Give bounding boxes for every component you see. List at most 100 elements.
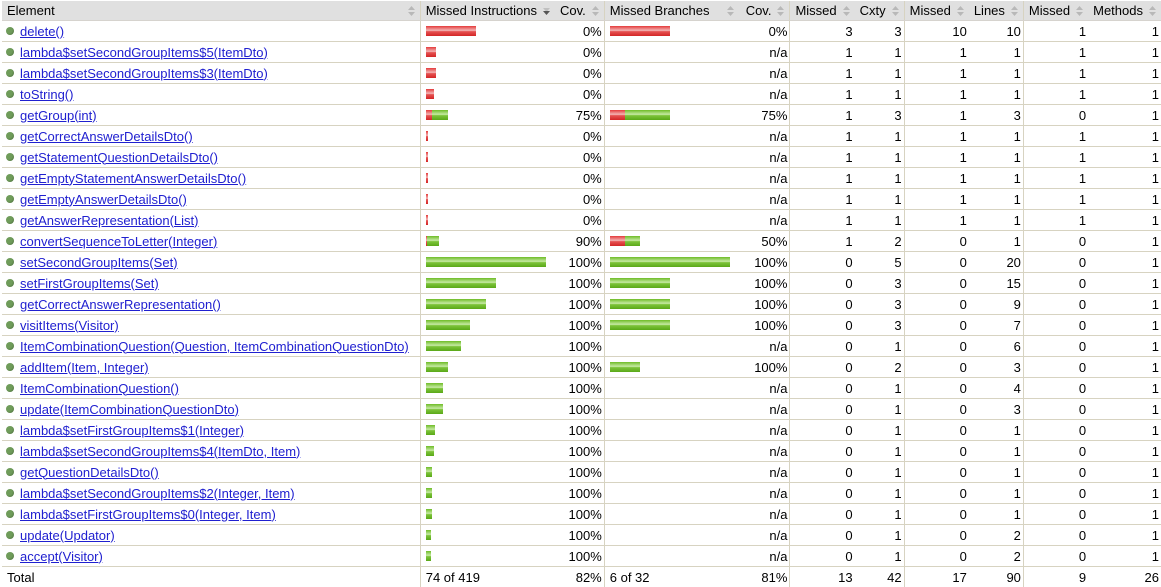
method-link[interactable]: visitItems(Visitor) xyxy=(20,318,119,333)
sort-icon[interactable] xyxy=(957,6,964,16)
column-header-missed-complexity[interactable]: Missed xyxy=(790,1,855,21)
lines: 3 xyxy=(969,399,1024,420)
table-row: lambda$setFirstGroupItems$1(Integer)100%… xyxy=(2,420,1161,441)
instructions-bar-cell xyxy=(420,378,555,399)
covered-bar-segment xyxy=(427,236,439,246)
table-row: getAnswerRepresentation(List)0%n/a111111 xyxy=(2,210,1161,231)
sort-icon[interactable] xyxy=(1011,6,1018,16)
element-cell: accept(Visitor) xyxy=(2,546,420,567)
covered-bar-segment xyxy=(610,320,670,330)
method-link[interactable]: getGroup(int) xyxy=(20,108,97,123)
method-link[interactable]: lambda$setSecondGroupItems$4(ItemDto, It… xyxy=(20,444,300,459)
branches-coverage: n/a xyxy=(739,546,790,567)
method-link[interactable]: getEmptyStatementAnswerDetailsDto() xyxy=(20,171,246,186)
method-link[interactable]: setSecondGroupItems(Set) xyxy=(20,255,178,270)
column-header-missed-instructions[interactable]: Missed Instructions xyxy=(420,1,555,21)
method-link[interactable]: ItemCombinationQuestion() xyxy=(20,381,179,396)
complexity: 1 xyxy=(855,504,905,525)
column-header-complexity[interactable]: Cxty xyxy=(855,1,905,21)
method-link[interactable]: lambda$setSecondGroupItems$2(Integer, It… xyxy=(20,486,295,501)
methods: 1 xyxy=(1088,525,1161,546)
method-icon xyxy=(6,90,14,98)
covered-bar-segment xyxy=(426,320,470,330)
sort-icon[interactable] xyxy=(408,6,415,16)
column-header-element[interactable]: Element xyxy=(2,1,420,21)
missed-bar-segment xyxy=(426,194,428,204)
missed-bar-segment xyxy=(610,26,670,36)
complexity: 1 xyxy=(855,483,905,504)
column-header-methods[interactable]: Methods xyxy=(1088,1,1161,21)
column-header-label: Cxty xyxy=(860,3,886,18)
sort-icon[interactable] xyxy=(892,6,899,16)
lines: 6 xyxy=(969,336,1024,357)
method-link[interactable]: addItem(Item, Integer) xyxy=(20,360,149,375)
methods: 1 xyxy=(1088,546,1161,567)
complexity: 1 xyxy=(855,168,905,189)
method-link[interactable]: lambda$setSecondGroupItems$3(ItemDto) xyxy=(20,66,268,81)
method-link[interactable]: toString() xyxy=(20,87,73,102)
element-cell: update(ItemCombinationQuestionDto) xyxy=(2,399,420,420)
method-link[interactable]: getAnswerRepresentation(List) xyxy=(20,213,198,228)
covered-bar-segment xyxy=(426,257,546,267)
column-header-lines[interactable]: Lines xyxy=(969,1,1024,21)
table-row: lambda$setFirstGroupItems$0(Integer, Ite… xyxy=(2,504,1161,525)
instructions-bar-cell xyxy=(420,357,555,378)
method-link[interactable]: accept(Visitor) xyxy=(20,549,103,564)
method-link[interactable]: convertSequenceToLetter(Integer) xyxy=(20,234,217,249)
column-header-label: Cov. xyxy=(746,3,772,18)
element-cell: lambda$setFirstGroupItems$0(Integer, Ite… xyxy=(2,504,420,525)
table-body: delete()0%0%33101011lambda$setSecondGrou… xyxy=(2,21,1161,567)
complexity: 1 xyxy=(855,546,905,567)
missed-methods: 0 xyxy=(1023,441,1088,462)
sort-descending-icon[interactable] xyxy=(543,6,550,16)
method-icon xyxy=(6,237,14,245)
methods: 1 xyxy=(1088,399,1161,420)
method-link[interactable]: getEmptyAnswerDetailsDto() xyxy=(20,192,187,207)
method-link[interactable]: getCorrectAnswerRepresentation() xyxy=(20,297,221,312)
missed-complexity: 0 xyxy=(790,294,855,315)
table-row: getEmptyAnswerDetailsDto()0%n/a111111 xyxy=(2,189,1161,210)
instructions-bar-cell xyxy=(420,63,555,84)
missed-complexity: 0 xyxy=(790,357,855,378)
method-link[interactable]: ItemCombinationQuestion(Question, ItemCo… xyxy=(20,339,409,354)
missed-complexity: 3 xyxy=(790,21,855,42)
instructions-bar-cell xyxy=(420,210,555,231)
element-cell: lambda$setFirstGroupItems$1(Integer) xyxy=(2,420,420,441)
method-link[interactable]: getCorrectAnswerDetailsDto() xyxy=(20,129,193,144)
method-link[interactable]: lambda$setFirstGroupItems$0(Integer, Ite… xyxy=(20,507,276,522)
branches-bar-cell xyxy=(604,126,739,147)
sort-icon[interactable] xyxy=(1076,6,1083,16)
sort-icon[interactable] xyxy=(592,6,599,16)
method-icon xyxy=(6,69,14,77)
branches-coverage: n/a xyxy=(739,420,790,441)
missed-bar-segment xyxy=(426,131,428,141)
sort-icon[interactable] xyxy=(843,6,850,16)
method-link[interactable]: setFirstGroupItems(Set) xyxy=(20,276,159,291)
sort-icon[interactable] xyxy=(727,6,734,16)
missed-complexity: 0 xyxy=(790,399,855,420)
column-header-missed-methods[interactable]: Missed xyxy=(1023,1,1088,21)
sort-icon[interactable] xyxy=(777,6,784,16)
method-link[interactable]: lambda$setFirstGroupItems$1(Integer) xyxy=(20,423,244,438)
method-link[interactable]: getQuestionDetailsDto() xyxy=(20,465,159,480)
column-header-missed-lines[interactable]: Missed xyxy=(904,1,969,21)
branches-bar-cell xyxy=(604,21,739,42)
lines: 9 xyxy=(969,294,1024,315)
column-header-instructions-coverage[interactable]: Cov. xyxy=(555,1,604,21)
column-header-missed-branches[interactable]: Missed Branches xyxy=(604,1,739,21)
method-icon xyxy=(6,510,14,518)
method-link[interactable]: update(ItemCombinationQuestionDto) xyxy=(20,402,239,417)
method-link[interactable]: update(Updator) xyxy=(20,528,115,543)
lines: 1 xyxy=(969,210,1024,231)
method-link[interactable]: getStatementQuestionDetailsDto() xyxy=(20,150,218,165)
branches-coverage-bar xyxy=(610,320,737,330)
missed-complexity: 0 xyxy=(790,525,855,546)
table-row: ItemCombinationQuestion()100%n/a010401 xyxy=(2,378,1161,399)
element-cell: visitItems(Visitor) xyxy=(2,315,420,336)
method-link[interactable]: delete() xyxy=(20,24,64,39)
branches-coverage-bar xyxy=(610,425,737,435)
branches-coverage: 100% xyxy=(739,357,790,378)
method-link[interactable]: lambda$setSecondGroupItems$5(ItemDto) xyxy=(20,45,268,60)
column-header-branches-coverage[interactable]: Cov. xyxy=(739,1,790,21)
sort-icon[interactable] xyxy=(1149,6,1156,16)
